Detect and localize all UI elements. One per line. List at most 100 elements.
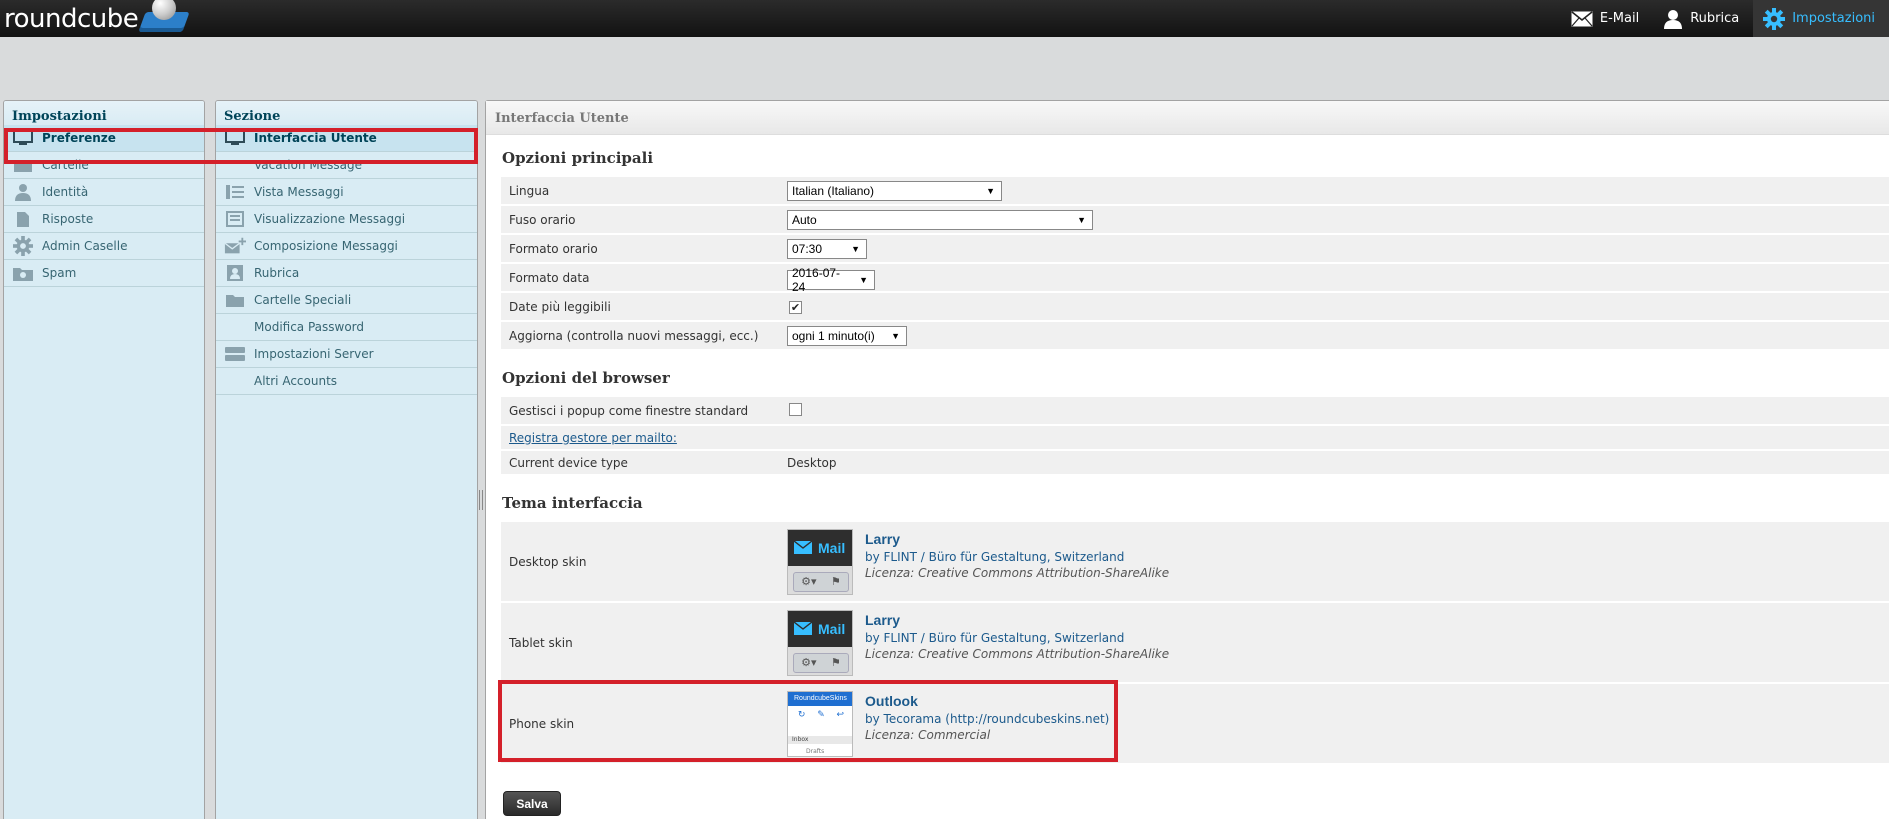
- formato-data-select[interactable]: 2016-07-24 ▼: [787, 266, 875, 294]
- row-aggiorna: Aggiorna (controlla nuovi messaggi, ecc.…: [501, 322, 1889, 349]
- row-mailto: Registra gestore per mailto:: [501, 426, 1889, 449]
- thumb-mail-text: Mail: [818, 539, 846, 556]
- tema-table: Desktop skin Mail ⚙▾ ⚑ Larry by FLINT / B…: [501, 520, 1889, 765]
- lingua-value: Italian (Italiano): [792, 183, 875, 198]
- preferences-content: Interfaccia Utente Opzioni principali Li…: [485, 100, 1889, 819]
- folder-icon: [12, 157, 34, 173]
- settings-item-admin-caselle[interactable]: Admin Caselle: [4, 233, 204, 260]
- top-nav: E-Mail Rubrica Impostazioni: [1561, 0, 1889, 37]
- topnav-rubrica-label: Rubrica: [1690, 11, 1740, 26]
- logo-text: roundcube: [4, 4, 139, 34]
- section-panel-title: Sezione: [216, 101, 477, 125]
- save-button[interactable]: Salva: [503, 791, 561, 816]
- section-item-modifica-password[interactable]: Modifica Password: [216, 314, 477, 341]
- fuso-select[interactable]: Auto ▼: [787, 209, 1093, 230]
- row-formato-orario: Formato orario 07:30 ▼: [501, 235, 1889, 262]
- section-item-label: Cartelle Speciali: [254, 293, 352, 307]
- panel-splitter[interactable]: [478, 490, 484, 510]
- section-item-vacation-message[interactable]: Vacation Message: [216, 152, 477, 179]
- settings-item-label: Spam: [42, 266, 77, 280]
- server-icon: [224, 347, 246, 361]
- person-icon: [12, 183, 34, 201]
- row-fuso: Fuso orario Auto ▼: [501, 206, 1889, 233]
- settings-item-cartelle[interactable]: Cartelle: [4, 152, 204, 179]
- addressbook-icon: [224, 264, 246, 282]
- phone-skin-label: Phone skin: [501, 684, 783, 763]
- desktop-skin-license: Licenza: Creative Commons Attribution-Sh…: [865, 565, 1170, 580]
- popup-label: Gestisci i popup come finestre standard: [501, 397, 783, 424]
- settings-item-risposte[interactable]: Risposte: [4, 206, 204, 233]
- row-lingua: Lingua Italian (Italiano) ▼: [501, 177, 1889, 204]
- formato-orario-select[interactable]: 07:30 ▼: [787, 238, 867, 259]
- settings-item-identita[interactable]: Identità: [4, 179, 204, 206]
- desktop-skin-option[interactable]: Mail ⚙▾ ⚑ Larry by FLINT / Büro für Gesta…: [787, 528, 1888, 595]
- desktop-skin-name: Larry: [865, 530, 901, 547]
- settings-panel-title: Impostazioni: [4, 101, 204, 125]
- monitor-icon: [224, 130, 246, 146]
- section-item-label: Rubrica: [254, 266, 300, 280]
- section-item-visualizzazione-messaggi[interactable]: Visualizzazione Messaggi: [216, 206, 477, 233]
- section-item-rubrica[interactable]: Rubrica: [216, 260, 477, 287]
- outlook-skin-thumbnail: RoundcubeSkins ↻ ✎ ↩ Inbox Drafts: [787, 690, 853, 757]
- topnav-impostazioni[interactable]: Impostazioni: [1753, 0, 1889, 37]
- mailto-link[interactable]: Registra gestore per mailto:: [509, 431, 677, 445]
- formato-data-label: Formato data: [501, 264, 783, 291]
- compose-icon: [224, 237, 246, 255]
- lingua-select[interactable]: Italian (Italiano) ▼: [787, 180, 1002, 201]
- section-item-label: Composizione Messaggi: [254, 239, 398, 253]
- section-item-interfaccia-utente[interactable]: Interfaccia Utente: [216, 125, 477, 152]
- section-title-browser: Opzioni del browser: [502, 369, 670, 387]
- settings-item-label: Identità: [42, 185, 89, 199]
- date-leggibili-checkbox[interactable]: ✔: [789, 300, 802, 314]
- section-item-label: Interfaccia Utente: [254, 131, 377, 145]
- refresh-icon: ↻: [797, 709, 806, 720]
- section-item-label: Altri Accounts: [254, 374, 338, 388]
- section-item-impostazioni-server[interactable]: Impostazioni Server: [216, 341, 477, 368]
- roundcube-logo[interactable]: roundcube: [4, 0, 190, 36]
- reply-icon: ↩: [836, 709, 845, 720]
- aggiorna-select[interactable]: ogni 1 minuto(i) ▼: [787, 325, 907, 346]
- row-formato-data: Formato data 2016-07-24 ▼: [501, 264, 1889, 294]
- phone-skin-name: Outlook: [865, 692, 918, 709]
- tablet-skin-option[interactable]: Mail ⚙▾ ⚑ Larry by FLINT / Büro für Gesta…: [787, 609, 1888, 676]
- chevron-down-icon: ▼: [1077, 214, 1086, 225]
- formato-orario-label: Formato orario: [501, 235, 783, 262]
- formato-data-value: 2016-07-24: [792, 265, 841, 294]
- desktop-skin-author: by FLINT / Büro für Gestaltung, Switzerl…: [865, 549, 1125, 564]
- gear-icon: ⚙▾: [801, 656, 817, 669]
- phone-skin-license: Licenza: Commercial: [865, 727, 991, 742]
- row-desktop-skin: Desktop skin Mail ⚙▾ ⚑ Larry by FLINT / B…: [501, 522, 1889, 601]
- section-title-tema: Tema interfaccia: [502, 494, 643, 512]
- gear-icon: [1763, 7, 1786, 30]
- section-item-label: Modifica Password: [254, 320, 365, 334]
- content-header: Interfaccia Utente: [486, 101, 1889, 135]
- tablet-skin-label: Tablet skin: [501, 603, 783, 682]
- popup-checkbox[interactable]: [789, 402, 802, 416]
- tablet-skin-license: Licenza: Creative Commons Attribution-Sh…: [865, 646, 1170, 661]
- settings-item-preferenze[interactable]: Preferenze: [4, 125, 204, 152]
- tablet-skin-author: by FLINT / Büro für Gestaltung, Switzerl…: [865, 630, 1125, 645]
- topnav-email[interactable]: E-Mail: [1561, 0, 1653, 37]
- settings-item-label: Admin Caselle: [42, 239, 128, 253]
- settings-item-label: Risposte: [42, 212, 94, 226]
- topnav-rubrica[interactable]: Rubrica: [1653, 0, 1753, 37]
- section-item-cartelle-speciali[interactable]: Cartelle Speciali: [216, 287, 477, 314]
- flag-icon: ⚑: [830, 575, 841, 588]
- fuso-value: Auto: [792, 212, 817, 227]
- aggiorna-label: Aggiorna (controlla nuovi messaggi, ecc.…: [501, 322, 783, 349]
- device-value: Desktop: [783, 451, 1889, 474]
- principali-table: Lingua Italian (Italiano) ▼ Fuso orario A…: [501, 175, 1889, 351]
- phone-skin-option[interactable]: RoundcubeSkins ↻ ✎ ↩ Inbox Drafts Outlook …: [787, 690, 1888, 757]
- section-item-label: Impostazioni Server: [254, 347, 374, 361]
- settings-item-spam[interactable]: Spam: [4, 260, 204, 287]
- section-item-altri-accounts[interactable]: Altri Accounts: [216, 368, 477, 395]
- tablet-skin-name: Larry: [865, 611, 901, 628]
- aggiorna-value: ogni 1 minuto(i): [792, 328, 875, 343]
- section-item-vista-messaggi[interactable]: Vista Messaggi: [216, 179, 477, 206]
- thumb-inbox-label: Inbox: [788, 735, 852, 744]
- lingua-label: Lingua: [501, 177, 783, 204]
- section-item-composizione-messaggi[interactable]: Composizione Messaggi: [216, 233, 477, 260]
- topnav-email-label: E-Mail: [1599, 11, 1640, 26]
- logo-box-icon: [138, 0, 190, 36]
- gear-icon: ⚙▾: [801, 575, 817, 588]
